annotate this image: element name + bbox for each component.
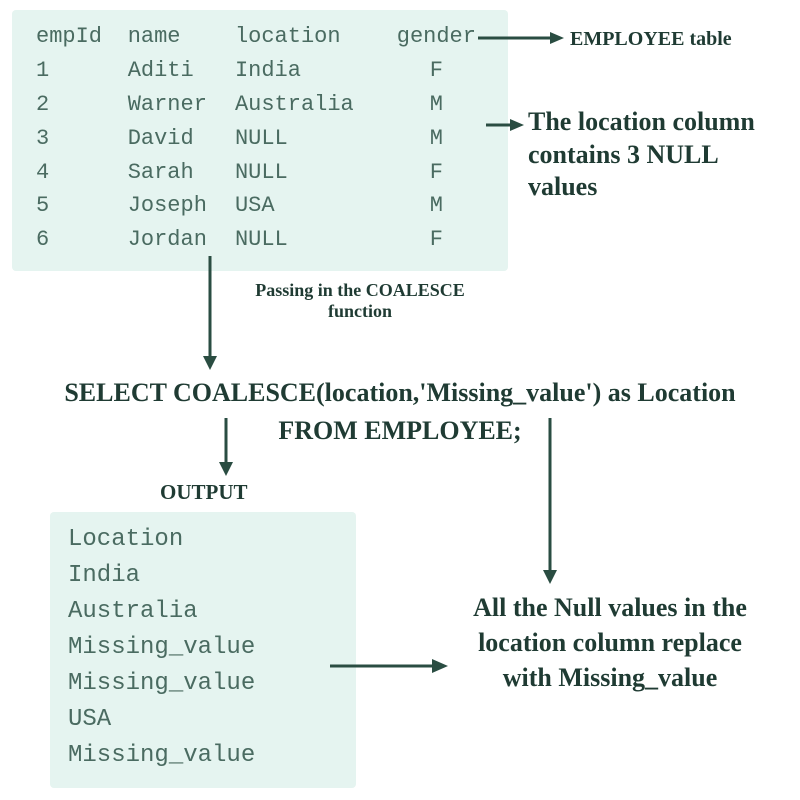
- employee-table: empId name location gender 1 Aditi India…: [12, 10, 508, 271]
- arrow-output-to-result-icon: [330, 656, 450, 676]
- output-heading: OUTPUT: [160, 480, 248, 505]
- arrow-table-to-sql-icon: [200, 256, 220, 372]
- table-row: 4 Sarah NULL F: [30, 156, 490, 190]
- employee-table-label: EMPLOYEE table: [570, 28, 732, 51]
- null-annotation: The location column contains 3 NULL valu…: [528, 106, 788, 204]
- table-row: 3 David NULL M: [30, 122, 490, 156]
- result-annotation: All the Null values in the location colu…: [460, 590, 760, 695]
- output-row: Missing_value: [68, 630, 338, 666]
- table-row: 5 Joseph USA M: [30, 189, 490, 223]
- table-header-row: empId name location gender: [30, 20, 490, 54]
- arrow-sql-to-output-icon: [216, 418, 236, 478]
- col-name: name: [122, 20, 229, 54]
- passing-label: Passing in the COALESCE function: [230, 280, 490, 322]
- output-table: Location India Australia Missing_value M…: [50, 512, 356, 788]
- output-row: Missing_value: [68, 666, 338, 702]
- sql-line-2: FROM EMPLOYEE;: [8, 412, 792, 450]
- table-row: 6 Jordan NULL F: [30, 223, 490, 257]
- arrow-to-null-annotation-icon: [486, 116, 526, 134]
- arrow-sql-to-result-icon: [540, 418, 560, 586]
- output-row: Missing_value: [68, 738, 338, 774]
- col-gender: gender: [383, 20, 490, 54]
- sql-line-1: SELECT COALESCE(location,'Missing_value'…: [8, 374, 792, 412]
- output-header: Location: [68, 522, 338, 558]
- output-row: India: [68, 558, 338, 594]
- col-empid: empId: [30, 20, 122, 54]
- output-row: Australia: [68, 594, 338, 630]
- table-row: 2 Warner Australia M: [30, 88, 490, 122]
- col-location: location: [229, 20, 383, 54]
- sql-statement: SELECT COALESCE(location,'Missing_value'…: [8, 374, 792, 449]
- arrow-to-table-label-icon: [478, 28, 568, 48]
- output-row: USA: [68, 702, 338, 738]
- table-row: 1 Aditi India F: [30, 54, 490, 88]
